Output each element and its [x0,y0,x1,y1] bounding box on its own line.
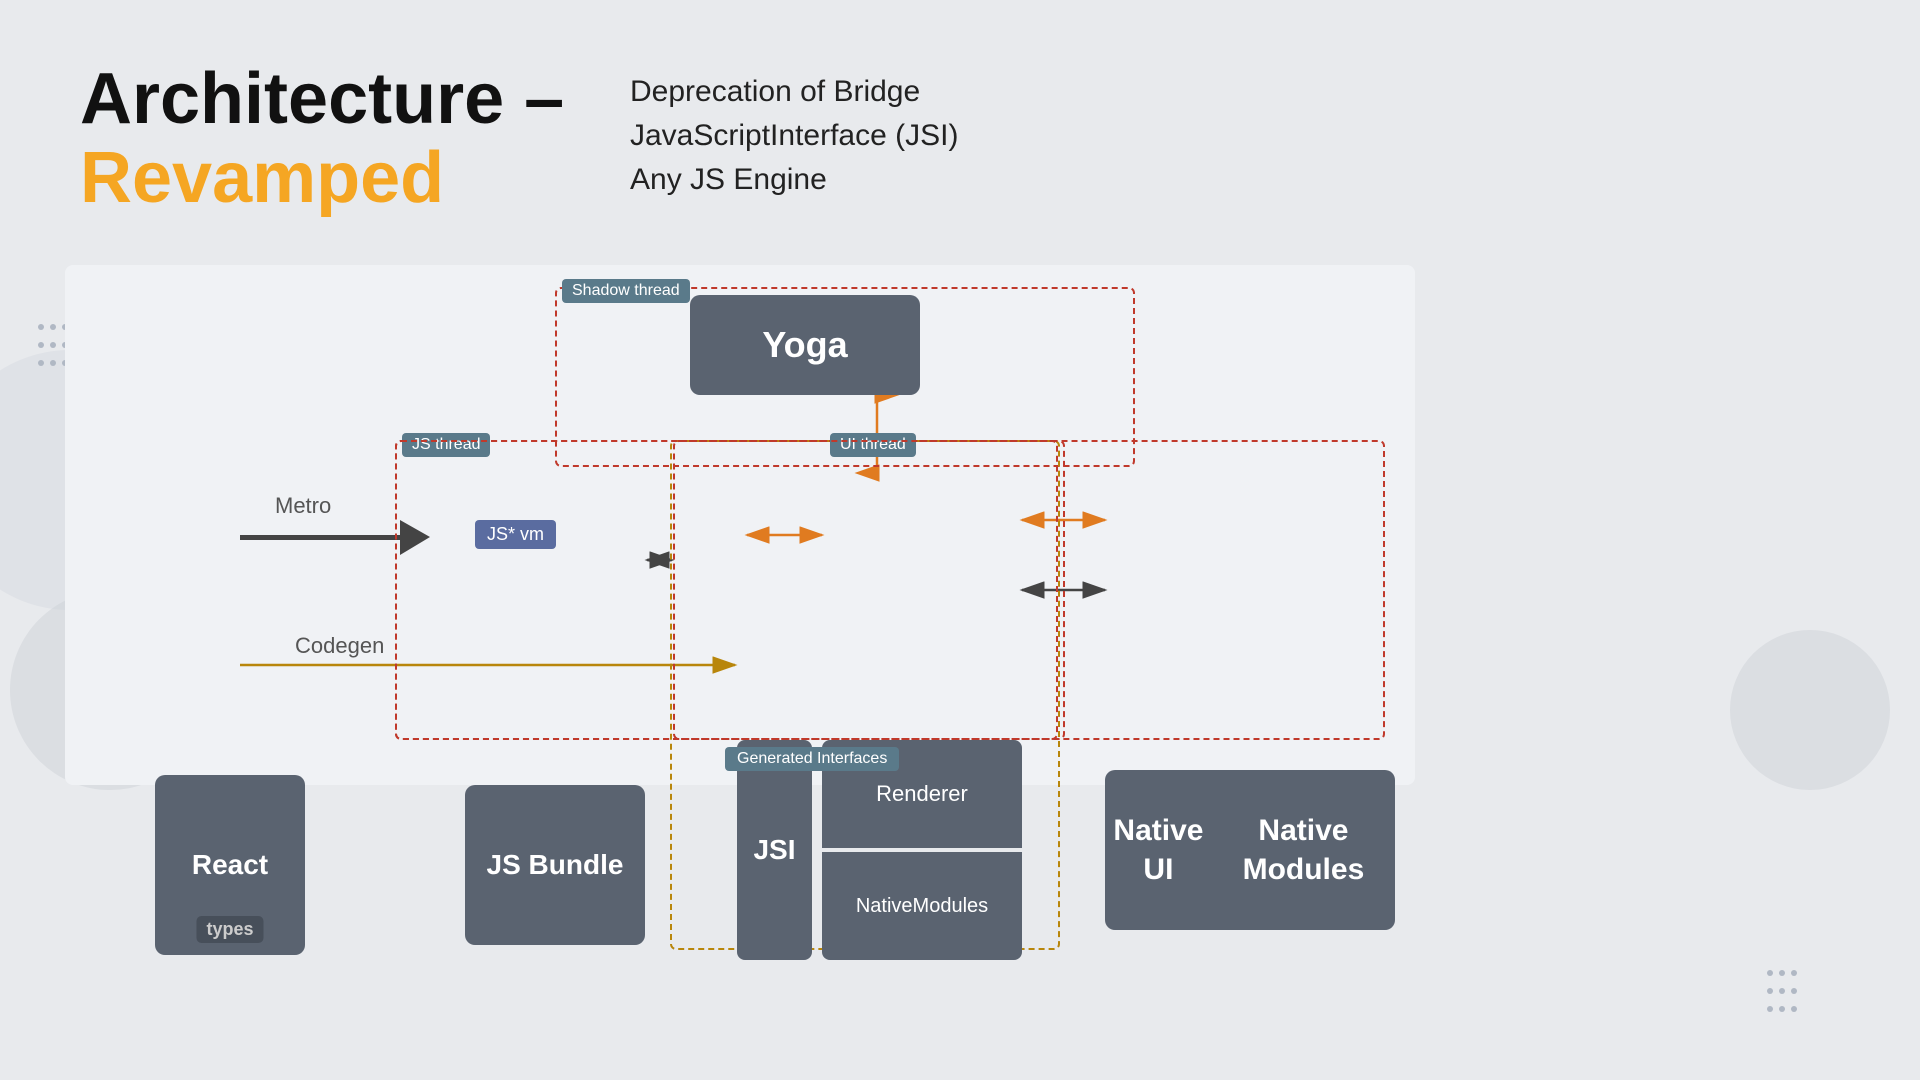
bullet-2: JavaScriptInterface (JSI) [630,119,958,153]
renderer-area: Renderer NativeModules [822,740,1022,960]
jsvm-label: JS* vm [475,520,556,549]
bullet-list: Deprecation of Bridge JavaScriptInterfac… [630,75,958,207]
bullet-3: Any JS Engine [630,163,958,197]
jsi-box: JSI [737,740,812,960]
diagram-container: Shadow thread Yoga JS thread UI thread J… [65,265,1415,785]
types-badge: types [196,916,263,943]
yoga-box: Yoga [690,295,920,395]
bullet-1: Deprecation of Bridge [630,75,958,109]
jsbundle-box: JS Bundle [465,785,645,945]
generated-interfaces-label: Generated Interfaces [725,747,899,771]
title-line1: Architecture – [80,60,564,139]
codegen-label: Codegen [295,633,384,659]
title-architecture: Architecture – [80,59,564,139]
deco-circle-right [1730,630,1890,790]
outer-dashed-box [395,440,1385,740]
react-box: React types [155,775,305,955]
native-box: Native UI Native Modules [1105,770,1395,930]
metro-label: Metro [275,493,331,519]
shadow-thread-label: Shadow thread [562,279,690,303]
title-revamped: Revamped [80,139,564,218]
native-modules-inner-box: NativeModules [822,852,1022,960]
dots-bottom-right [1764,966,1800,1020]
header-section: Architecture – Revamped [80,60,564,218]
